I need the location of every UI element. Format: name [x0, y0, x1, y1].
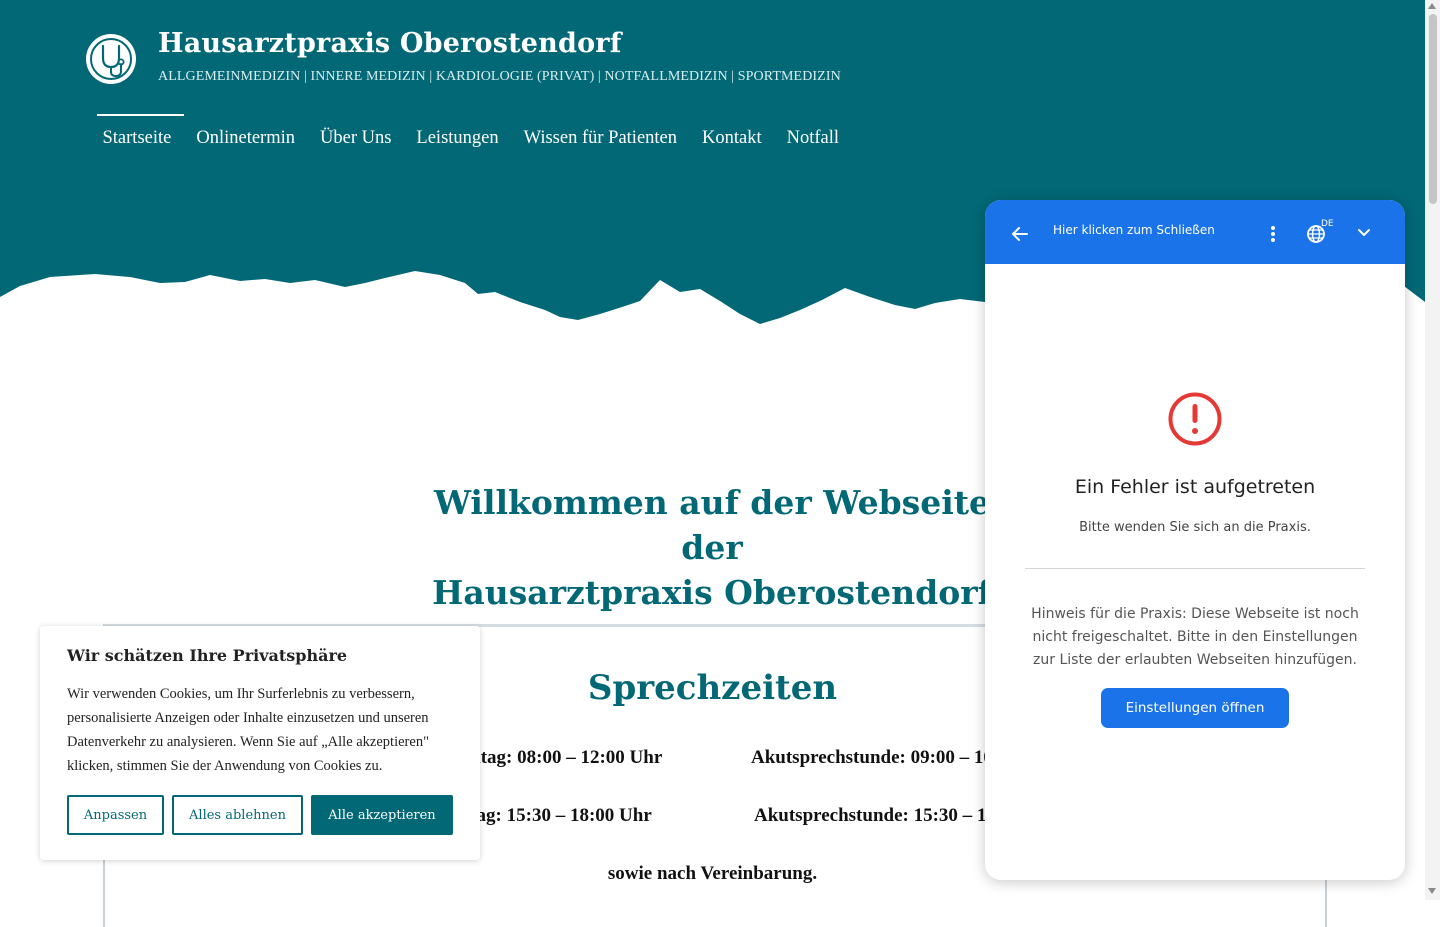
cookie-text: Wir verwenden Cookies, um Ihr Surferlebn… [67, 686, 429, 774]
nav-item-leistungen[interactable]: Leistungen [404, 114, 511, 164]
welcome-heading: Willkommen auf der Webseite der Hausarzt… [412, 480, 1012, 615]
language-label[interactable]: DE [1321, 219, 1334, 229]
nav-item-wissen[interactable]: Wissen für Patienten [511, 114, 689, 164]
stethoscope-icon [90, 38, 132, 80]
scrollbar-thumb[interactable] [1429, 14, 1437, 204]
nav-item-startseite[interactable]: Startseite [90, 114, 184, 164]
cookie-title: Wir schätzen Ihre Privatsphäre [67, 646, 348, 665]
cookie-customize-button[interactable]: Anpassen [67, 795, 164, 835]
site-title[interactable]: Hausarztpraxis Oberostendorf [158, 28, 622, 59]
error-subtitle: Bitte wenden Sie sich an die Praxis. [1079, 520, 1311, 535]
cookie-banner: Wir schätzen Ihre Privatsphäre Wir verwe… [40, 626, 480, 860]
page-scrollbar[interactable] [1425, 0, 1440, 900]
open-settings-button[interactable]: Einstellungen öffnen [1101, 688, 1289, 728]
error-icon [1168, 392, 1222, 446]
widget-header[interactable]: Hier klicken zum Schließen DE [985, 200, 1405, 264]
logo[interactable] [86, 34, 136, 84]
widget-divider [1025, 568, 1365, 569]
hours-title: Sprechzeiten [587, 668, 838, 708]
welcome-line-1: Willkommen auf der Webseite der [433, 483, 991, 567]
nav-item-kontakt[interactable]: Kontakt [690, 114, 775, 164]
more-options-icon[interactable] [1269, 224, 1277, 244]
scroll-up-icon[interactable] [1428, 3, 1436, 9]
back-arrow-icon[interactable] [1010, 224, 1030, 244]
welcome-line-2: Hausarztpraxis Oberostendorf [432, 573, 992, 612]
chevron-down-icon[interactable] [1356, 225, 1372, 241]
chat-widget: Hier klicken zum Schließen DE Ein Fehler… [985, 200, 1405, 880]
nav-item-ueber-uns[interactable]: Über Uns [308, 114, 404, 164]
main-nav: Startseite Onlinetermin Über Uns Leistun… [90, 114, 852, 164]
error-title: Ein Fehler ist aufgetreten [1074, 476, 1316, 498]
nav-item-onlinetermin[interactable]: Onlinetermin [184, 114, 308, 164]
cookie-reject-button[interactable]: Alles ablehnen [172, 795, 303, 835]
cookie-accept-button[interactable]: Alle akzeptieren [311, 795, 453, 835]
nav-item-notfall[interactable]: Notfall [774, 114, 851, 164]
site-tagline: ALLGEMEINMEDIZIN | INNERE MEDIZIN | KARD… [158, 69, 841, 84]
practice-hint: Hinweis für die Praxis: Diese Webseite i… [1031, 606, 1359, 668]
widget-close-hint[interactable]: Hier klicken zum Schließen [1053, 223, 1215, 237]
hours-note: sowie nach Vereinbarung. [607, 863, 818, 884]
scroll-down-icon[interactable] [1428, 888, 1436, 894]
